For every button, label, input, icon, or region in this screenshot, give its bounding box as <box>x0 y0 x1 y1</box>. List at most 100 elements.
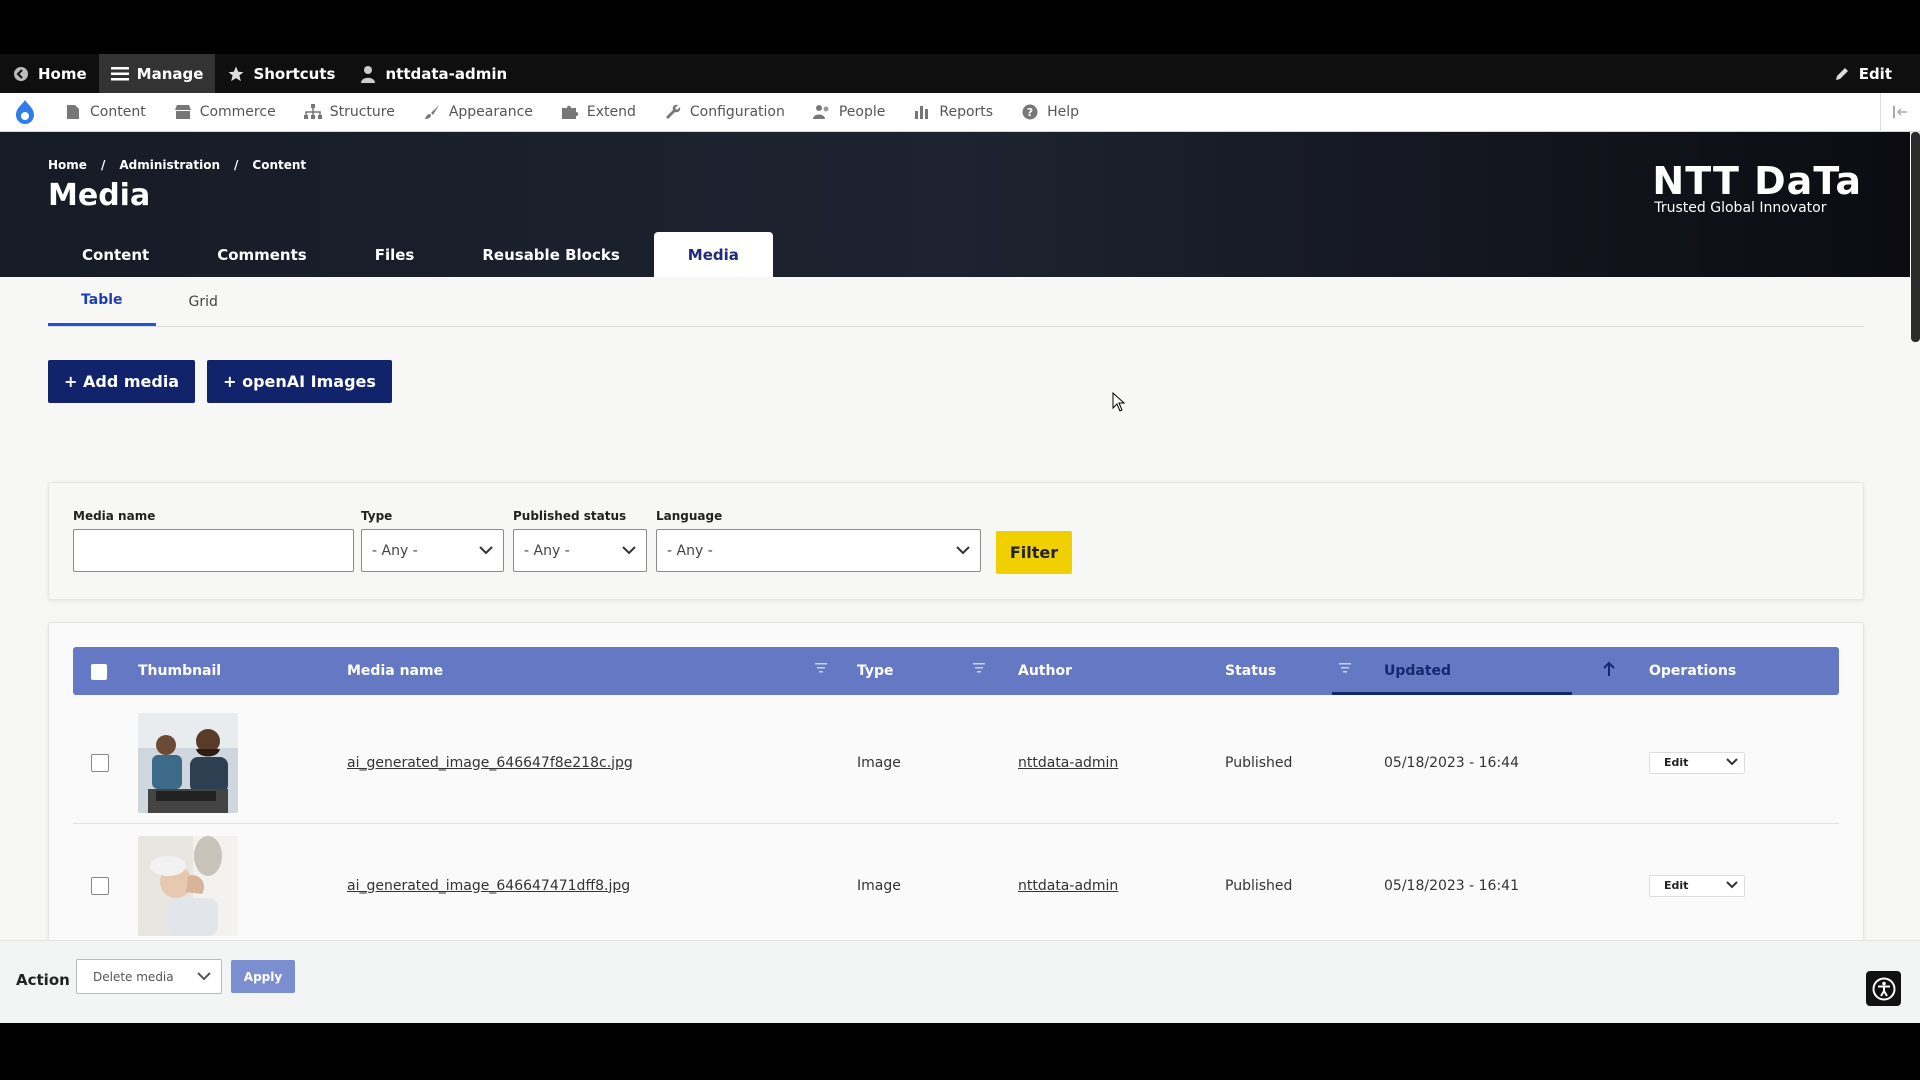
media-name-link[interactable]: ai_generated_image_646647471dff8.jpg <box>347 878 630 894</box>
tray-item-appearance[interactable]: Appearance <box>409 93 547 132</box>
chevron-down-icon <box>956 543 970 559</box>
filter-button[interactable]: Filter <box>996 531 1072 574</box>
page-scrollbar[interactable] <box>1911 132 1920 342</box>
tab-reusable-blocks[interactable]: Reusable Blocks <box>448 232 653 277</box>
chevron-down-icon <box>622 543 636 559</box>
tray-item-configuration[interactable]: Configuration <box>650 93 799 132</box>
tab-grid[interactable]: Grid <box>156 277 251 326</box>
breadcrumb-content[interactable]: Content <box>252 158 306 172</box>
tab-comments[interactable]: Comments <box>183 232 341 277</box>
toolbar-user[interactable]: nttdata-admin <box>347 54 519 93</box>
edit-operation[interactable]: Edit <box>1664 756 1688 769</box>
people-icon <box>812 103 831 121</box>
published-select[interactable]: - Any - <box>513 529 647 572</box>
accessibility-icon[interactable] <box>1866 971 1901 1006</box>
language-filter: Language - Any - <box>656 509 981 572</box>
tray-item-structure[interactable]: Structure <box>290 93 409 132</box>
published-select-value: - Any - <box>524 542 570 559</box>
media-name-filter: Media name <box>73 509 354 572</box>
media-name-input[interactable] <box>73 529 354 572</box>
openai-images-button[interactable]: + openAI Images <box>207 360 392 403</box>
admin-tray: Content Commerce Structure Appearance Ex… <box>0 92 1920 132</box>
tray-label: Appearance <box>448 104 533 120</box>
language-select-value: - Any - <box>667 542 713 559</box>
tray-label: Structure <box>329 104 395 120</box>
thumbnail-image[interactable] <box>138 712 238 813</box>
tab-files[interactable]: Files <box>341 232 449 277</box>
type-label: Type <box>361 509 393 523</box>
toolbar-user-label: nttdata-admin <box>385 64 508 83</box>
tray-item-people[interactable]: People <box>799 93 900 132</box>
tray-item-reports[interactable]: Reports <box>899 93 1007 132</box>
toolbar-manage-label: Manage <box>136 64 204 83</box>
tab-table[interactable]: Table <box>48 277 156 326</box>
star-icon <box>227 65 245 83</box>
col-media-name[interactable]: Media name <box>347 647 443 695</box>
tray-item-extend[interactable]: Extend <box>547 93 650 132</box>
col-thumbnail: Thumbnail <box>138 663 222 679</box>
toolbar-shortcuts[interactable]: Shortcuts <box>215 54 347 93</box>
tray-item-content[interactable]: Content <box>50 93 160 132</box>
filter-form: Media name Type - Any - Published status… <box>48 482 1864 600</box>
tray-label: Configuration <box>689 104 785 120</box>
toolbar-manage[interactable]: Manage <box>98 54 216 93</box>
media-name-label: Media name <box>73 509 156 523</box>
sort-icon[interactable] <box>973 663 985 675</box>
col-updated[interactable]: Updated <box>1384 647 1451 695</box>
operations-dropdown[interactable]: Edit <box>1649 751 1745 774</box>
sort-icon[interactable] <box>815 663 827 675</box>
tray-label: Content <box>90 104 146 120</box>
row-checkbox[interactable] <box>91 753 109 772</box>
breadcrumb-home[interactable]: Home <box>48 158 87 172</box>
col-author: Author <box>1018 663 1072 679</box>
media-name-link[interactable]: ai_generated_image_646647f8e218c.jpg <box>347 755 633 771</box>
tray-item-help[interactable]: ? Help <box>1007 93 1093 132</box>
browser-viewport: Home Manage Shortcuts nttdata-admin Edit <box>0 54 1920 1023</box>
wrench-icon <box>664 103 682 121</box>
chevron-down-icon <box>197 970 211 984</box>
sort-icon[interactable] <box>1339 663 1351 675</box>
table-row: ai_generated_image_646647f8e218c.jpg Ima… <box>73 702 1839 824</box>
add-media-button[interactable]: + Add media <box>48 360 196 403</box>
chevron-down-icon[interactable] <box>1726 879 1738 892</box>
language-label: Language <box>656 509 723 523</box>
action-buttons: + Add media + openAI Images <box>48 360 392 403</box>
col-status[interactable]: Status <box>1225 647 1276 695</box>
author-link[interactable]: nttdata-admin <box>1018 878 1118 894</box>
toolbar-shortcuts-label: Shortcuts <box>253 64 336 83</box>
tray-item-commerce[interactable]: Commerce <box>160 93 290 132</box>
arrow-up-icon[interactable] <box>1603 661 1615 676</box>
media-type: Image <box>857 754 901 771</box>
help-icon: ? <box>1021 103 1039 121</box>
language-select[interactable]: - Any - <box>656 529 981 572</box>
col-type[interactable]: Type <box>857 647 894 695</box>
action-select[interactable]: Delete media <box>76 959 222 994</box>
tab-media[interactable]: Media <box>653 232 773 277</box>
puzzle-icon <box>561 103 579 121</box>
menu-icon <box>110 65 129 83</box>
tray-label: Extend <box>586 104 636 120</box>
toolbar-home-label: Home <box>38 64 87 83</box>
breadcrumb-administration[interactable]: Administration <box>119 158 220 172</box>
action-select-value: Delete media <box>93 969 174 984</box>
tray-collapse-icon[interactable] <box>1880 92 1920 132</box>
drupal-logo-icon[interactable] <box>0 93 50 132</box>
thumbnail-image[interactable] <box>138 835 238 936</box>
active-sort-indicator <box>1332 692 1572 695</box>
chevron-down-icon[interactable] <box>1726 756 1738 769</box>
operations-dropdown[interactable]: Edit <box>1649 874 1745 897</box>
author-link[interactable]: nttdata-admin <box>1018 755 1118 771</box>
svg-text:?: ? <box>1027 106 1033 119</box>
toolbar-home[interactable]: Home <box>0 54 99 93</box>
chevron-down-icon <box>479 543 493 559</box>
select-all-checkbox[interactable] <box>91 664 107 680</box>
toolbar-edit[interactable]: Edit <box>1821 54 1920 93</box>
brand-name: NTT DaTa <box>1652 159 1862 203</box>
media-updated: 05/18/2023 - 16:41 <box>1384 877 1519 894</box>
tab-content[interactable]: Content <box>48 232 183 277</box>
row-checkbox[interactable] <box>91 876 109 895</box>
type-select[interactable]: - Any - <box>361 529 504 572</box>
apply-button[interactable]: Apply <box>231 960 295 993</box>
edit-operation[interactable]: Edit <box>1664 879 1688 892</box>
media-status: Published <box>1225 754 1293 771</box>
